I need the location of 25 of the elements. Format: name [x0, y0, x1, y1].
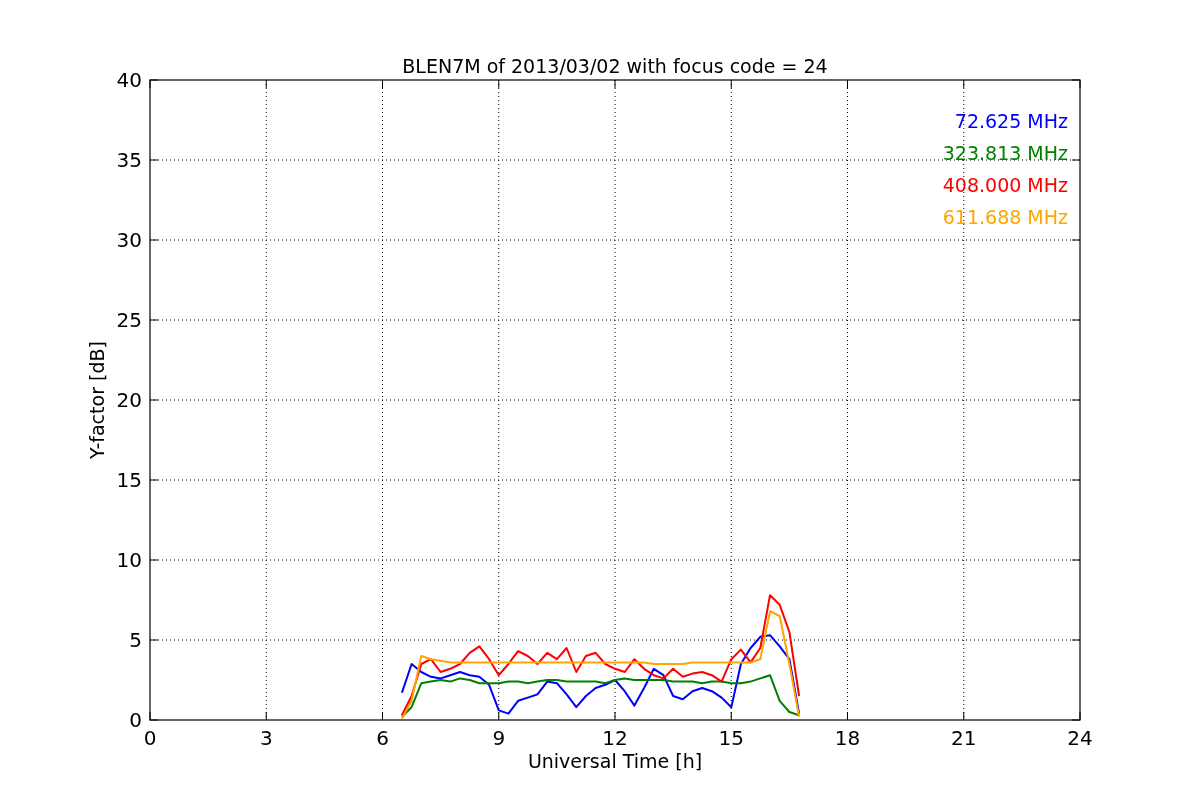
chart-title: BLEN7M of 2013/03/02 with focus code = 24 — [402, 55, 828, 77]
x-tick-label: 3 — [259, 726, 273, 750]
y-tick-label: 40 — [116, 68, 142, 92]
y-axis-label: Y-factor [dB] — [86, 341, 108, 459]
y-tick-label: 0 — [129, 708, 142, 732]
x-tick-label: 15 — [718, 726, 744, 750]
y-tick-label: 30 — [116, 228, 142, 252]
y-tick-label: 20 — [116, 388, 142, 412]
legend-label: 72.625 MHz — [954, 110, 1068, 132]
y-tick-label: 10 — [116, 548, 142, 572]
x-tick-label: 21 — [951, 726, 977, 750]
x-tick-label: 24 — [1067, 726, 1093, 750]
x-tick-label: 18 — [834, 726, 861, 750]
legend-label: 323.813 MHz — [942, 142, 1068, 164]
y-tick-label: 15 — [116, 468, 142, 492]
legend-label: 408.000 MHz — [942, 174, 1068, 196]
y-tick-label: 5 — [129, 628, 142, 652]
legend-label: 611.688 MHz — [942, 206, 1068, 228]
x-tick-label: 0 — [143, 726, 157, 750]
y-tick-label: 25 — [116, 308, 142, 332]
x-tick-label: 6 — [376, 726, 389, 750]
x-axis-label: Universal Time [h] — [527, 750, 703, 772]
x-tick-label: 12 — [602, 726, 628, 750]
x-tick-label: 9 — [492, 726, 506, 750]
y-tick-label: 35 — [116, 148, 142, 172]
